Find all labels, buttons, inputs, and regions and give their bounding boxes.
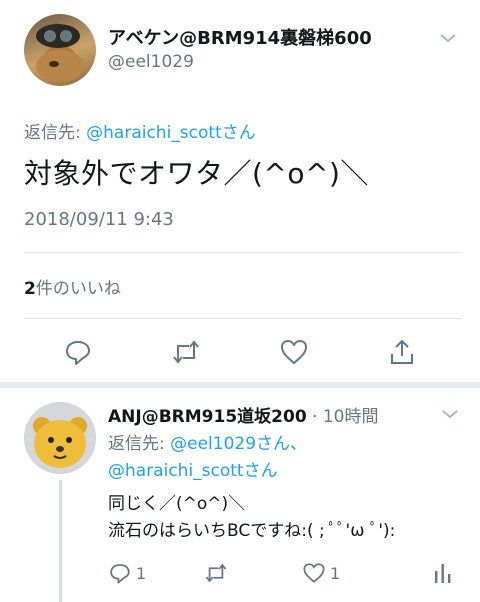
reply-button[interactable] — [60, 334, 96, 370]
reply-count: 1 — [136, 563, 147, 583]
reply-icon — [110, 564, 130, 584]
author-handle[interactable]: @eel1029 — [108, 52, 194, 72]
like-button[interactable] — [276, 334, 312, 370]
reply-tweet-text: 同じく／(^o^)＼ 流石のはらいちBCですね:( ; ﾟﾟ'ω ﾟ'): — [108, 491, 395, 545]
reply-author-display-name[interactable]: ANJ@BRM915道坂200 — [108, 407, 307, 427]
like-count: 2 — [24, 279, 36, 299]
heart-icon — [281, 340, 307, 364]
author-display-name[interactable]: アベケン@BRM914裏磐梯600 — [108, 24, 372, 50]
tweet-timestamp: 2018/09/11 9:43 — [24, 209, 174, 230]
reply-retweet-button[interactable] — [202, 558, 230, 588]
section-separator — [0, 382, 480, 388]
share-icon — [391, 339, 413, 364]
analytics-button[interactable] — [432, 558, 454, 588]
reply-to-mention[interactable]: @eel1029さん、 — [170, 434, 307, 454]
share-button[interactable] — [384, 334, 420, 370]
chevron-down-icon[interactable] — [440, 406, 460, 425]
reply-icon — [66, 341, 90, 365]
reply-to-mention[interactable]: @haraichi_scottさん — [108, 461, 278, 481]
reply-like-button[interactable]: 1 — [302, 558, 340, 588]
reply-like-count: 1 — [330, 563, 341, 583]
reply-to-mention[interactable]: @haraichi_scottさん — [86, 123, 256, 143]
reply-text-line: 流石のはらいちBCですね:( ; ﾟﾟ'ω ﾟ'): — [108, 521, 396, 541]
reply-text-line: 同じく／(^o^)＼ — [108, 494, 246, 514]
reply-author-line[interactable]: ANJ@BRM915道坂200 · 10時間 — [108, 402, 379, 427]
retweet-icon — [173, 340, 199, 364]
retweet-button[interactable] — [168, 334, 204, 370]
reply-prefix: 返信先: — [24, 123, 87, 143]
divider — [24, 252, 462, 253]
reply-context: 返信先: @haraichi_scottさん — [24, 118, 256, 143]
like-count-row[interactable]: 2件のいいね — [24, 274, 121, 299]
heart-icon — [303, 563, 325, 583]
analytics-icon — [435, 564, 451, 583]
retweet-icon — [205, 563, 227, 583]
divider — [24, 318, 462, 319]
author-avatar[interactable] — [24, 14, 96, 86]
reply-context: 返信先: @eel1029さん、 @haraichi_scottさん — [108, 431, 307, 485]
reply-author-avatar[interactable] — [24, 402, 96, 474]
chevron-down-icon[interactable] — [438, 30, 458, 49]
reply-timestamp: · 10時間 — [306, 407, 379, 427]
thread-line — [59, 480, 62, 602]
like-label: 件のいいね — [35, 279, 121, 299]
tweet-text: 対象外でオワタ／(^o^)＼ — [24, 157, 369, 190]
reply-reply-button[interactable]: 1 — [108, 558, 146, 588]
reply-prefix: 返信先: — [108, 434, 171, 454]
